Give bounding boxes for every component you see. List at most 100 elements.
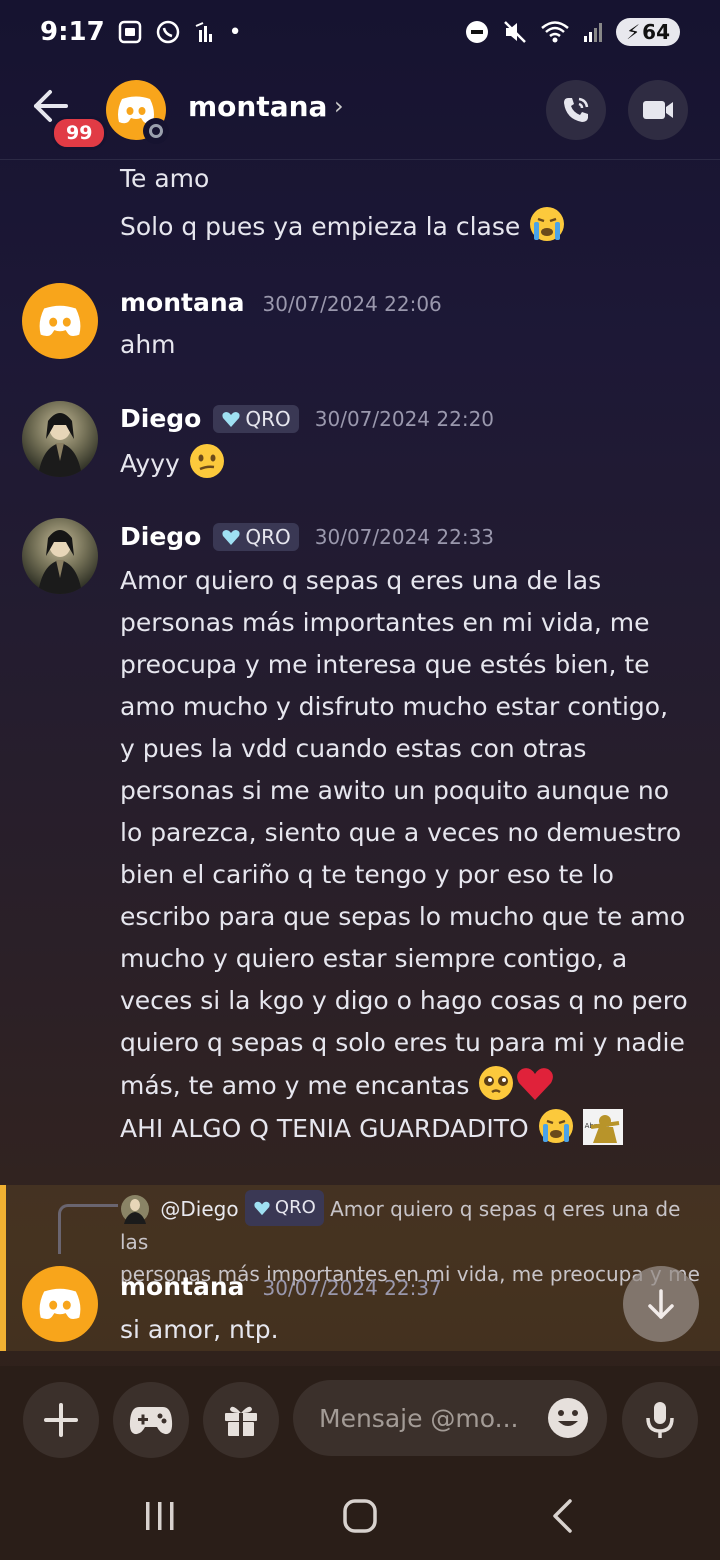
dot-icon: • xyxy=(228,19,242,45)
confused-face-emoji-icon xyxy=(189,444,224,478)
message-body: Amor quiero q sepas q eres una de las pe… xyxy=(120,560,710,1150)
crying-face-emoji-icon xyxy=(538,1109,573,1143)
message-continuation: Solo q pues ya empieza la clase xyxy=(120,205,566,248)
message-line: personas más importantes en mi vida, me xyxy=(120,608,650,637)
cell-signal-icon xyxy=(584,23,603,42)
message-line: mucho y quiero estar siempre contigo, a xyxy=(120,944,628,973)
video-call-button[interactable] xyxy=(628,80,688,140)
discord-logo-icon xyxy=(39,305,81,337)
message-line: veces si la kgo y digo o hago cosas q no… xyxy=(120,986,688,1015)
battery-indicator: ⚡ 64 xyxy=(616,18,680,46)
plus-icon xyxy=(44,1403,78,1437)
attach-button[interactable] xyxy=(23,1382,99,1458)
recent-apps-icon xyxy=(146,1502,174,1530)
charging-icon: ⚡ xyxy=(626,20,641,44)
unread-badge: 99 xyxy=(51,116,108,150)
message-line: Amor quiero q sepas q eres una de las xyxy=(120,566,602,595)
mic-icon xyxy=(646,1402,674,1438)
phone-icon xyxy=(564,97,589,122)
author-name[interactable]: montana xyxy=(120,1272,245,1301)
author-name[interactable]: Diego xyxy=(120,522,201,551)
video-icon xyxy=(643,101,673,119)
wifi-icon xyxy=(541,21,569,43)
offline-status-icon xyxy=(143,118,169,144)
server-tag-label: QRO xyxy=(274,1197,316,1218)
message-composer: Mensaje @mo... xyxy=(0,1366,720,1470)
voice-message-button[interactable] xyxy=(622,1382,698,1458)
message-line: personas si me awito un poquito aunque n… xyxy=(120,776,670,805)
message-line: quiero q sepas q solo eres tu para mi y … xyxy=(120,1028,685,1057)
dnd-icon xyxy=(466,21,489,43)
message-line: más, te amo y me encantas xyxy=(120,1064,710,1107)
anime-character-avatar-icon xyxy=(38,530,82,594)
heart-gem-icon xyxy=(254,1201,270,1216)
message-text: Solo q pues ya empieza la clase xyxy=(120,212,521,241)
hug-figure-icon xyxy=(590,1115,619,1143)
message-body: Ayyy xyxy=(120,442,226,485)
home-icon xyxy=(343,1499,377,1533)
message-line-text: AHI ALGO Q TENIA GUARDADITO xyxy=(120,1114,529,1143)
timestamp: 30/07/2024 22:37 xyxy=(262,1276,442,1300)
timestamp: 30/07/2024 22:33 xyxy=(314,524,495,549)
message-header: montana 30/07/2024 22:37 xyxy=(120,1272,442,1301)
author-name[interactable]: Diego xyxy=(120,404,201,433)
author-avatar[interactable] xyxy=(22,283,98,359)
channel-header: montana › xyxy=(0,70,720,160)
crying-face-emoji-icon xyxy=(530,207,565,241)
message-line-text: más, te amo y me encantas xyxy=(120,1071,470,1100)
heart-gem-icon xyxy=(222,529,240,545)
author-name[interactable]: montana xyxy=(120,288,245,317)
anime-character-avatar-icon xyxy=(38,413,82,477)
server-tag[interactable]: QRO xyxy=(244,1190,324,1226)
author-avatar[interactable] xyxy=(22,1266,98,1342)
author-avatar[interactable] xyxy=(22,518,98,594)
message-text: Ayyy xyxy=(120,449,180,478)
pleading-face-emoji-icon xyxy=(479,1066,514,1100)
home-button[interactable] xyxy=(342,1498,378,1538)
message-input-placeholder: Mensaje @mo... xyxy=(319,1403,519,1433)
system-back-icon xyxy=(553,1499,572,1533)
recent-apps-button[interactable] xyxy=(140,1500,180,1536)
server-tag[interactable]: QRO xyxy=(213,522,299,551)
message-line: preocupa y me interesa que estés bien, t… xyxy=(120,650,650,679)
replied-user-avatar-icon xyxy=(121,1195,149,1224)
heart-gem-icon xyxy=(222,411,240,427)
message-text: si amor, ntp. xyxy=(120,1315,279,1344)
gamepad-icon xyxy=(129,1407,173,1435)
system-nav-bar xyxy=(0,1470,720,1560)
status-bar: 9:17 • ⚡ 64 xyxy=(0,0,720,64)
system-back-button[interactable] xyxy=(548,1498,578,1538)
voice-call-button[interactable] xyxy=(546,80,606,140)
message-line: y pues la vdd cuando estas con otras xyxy=(120,734,587,763)
author-avatar[interactable] xyxy=(22,401,98,477)
message-continuation: Te amo xyxy=(120,164,210,193)
hug-sticker[interactable]: Abrazo xyxy=(582,1109,623,1145)
header-title[interactable]: montana xyxy=(188,90,327,123)
arrow-down-icon xyxy=(648,1289,674,1319)
timestamp: 30/07/2024 22:06 xyxy=(262,292,442,316)
mute-icon xyxy=(504,21,526,43)
activities-button[interactable] xyxy=(113,1382,189,1458)
screenshot-icon xyxy=(118,20,141,44)
status-right: ⚡ 64 xyxy=(464,18,680,46)
gift-icon xyxy=(225,1406,257,1436)
reply-mention[interactable]: @Diego xyxy=(160,1197,238,1221)
red-heart-emoji-icon xyxy=(517,1068,554,1100)
gift-button[interactable] xyxy=(203,1382,279,1458)
server-tag-label: QRO xyxy=(245,524,291,549)
jump-to-bottom-button[interactable] xyxy=(623,1266,699,1342)
chevron-right-icon[interactable]: › xyxy=(334,92,344,120)
whatsapp-icon xyxy=(156,20,179,44)
discord-logo-icon xyxy=(39,1288,81,1320)
server-tag-label: QRO xyxy=(245,406,291,431)
message-line: escribo para que sepas lo mucho que te a… xyxy=(120,902,686,931)
battery-level: 64 xyxy=(642,20,670,44)
timestamp: 30/07/2024 22:20 xyxy=(314,406,495,431)
server-tag[interactable]: QRO xyxy=(213,404,299,433)
message-text: ahm xyxy=(120,330,176,359)
status-left: 9:17 • xyxy=(40,17,242,47)
message-line: AHI ALGO Q TENIA GUARDADITO Abrazo xyxy=(120,1107,710,1150)
emoji-icon xyxy=(548,1398,588,1438)
emoji-button[interactable] xyxy=(546,1396,590,1440)
reply-connector xyxy=(58,1204,118,1254)
